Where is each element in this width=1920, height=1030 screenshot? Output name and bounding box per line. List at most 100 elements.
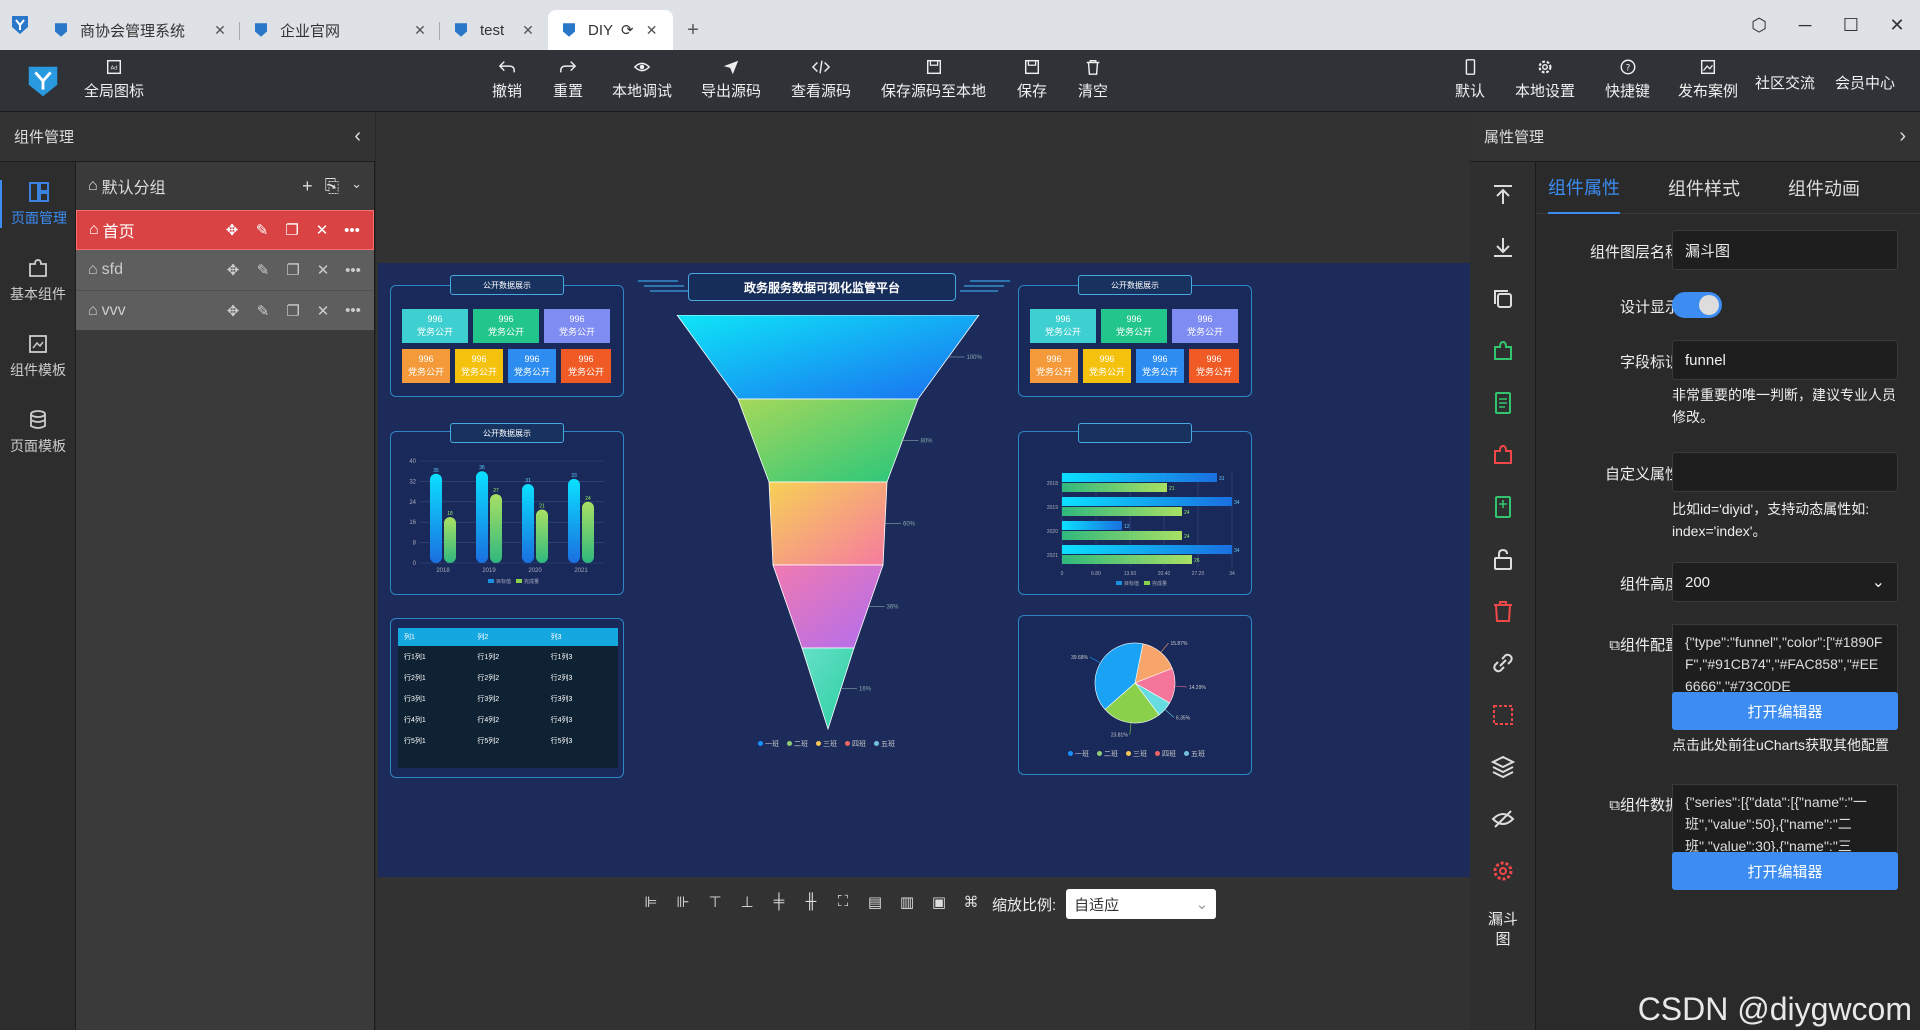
browser-tab[interactable]: test ✕ — [440, 10, 548, 50]
focus-icon[interactable]: ▣ — [928, 893, 950, 915]
move-icon[interactable]: ✥ — [223, 221, 241, 239]
more-icon[interactable]: ••• — [343, 222, 361, 239]
close-icon[interactable]: ✕ — [520, 22, 536, 39]
layers-icon[interactable] — [1490, 754, 1516, 780]
align-center-horizontal-icon[interactable]: ╫ — [800, 893, 822, 915]
shortcuts-button[interactable]: ? 快捷键 — [1605, 58, 1650, 101]
default-device-button[interactable]: 默认 — [1455, 58, 1485, 101]
distribute-horizontal-icon[interactable]: ▤ — [864, 893, 886, 915]
copy-icon[interactable]: ❐ — [284, 302, 302, 320]
export-source-button[interactable]: 导出源码 — [701, 58, 761, 101]
funnel-chart[interactable]: 100% 80% 60% 36% 16% — [658, 315, 998, 745]
align-left-icon[interactable]: ⊫ — [640, 893, 662, 915]
more-icon[interactable]: ••• — [344, 262, 362, 279]
minimize-icon[interactable]: ─ — [1782, 15, 1828, 36]
edit-icon[interactable]: ✎ — [254, 261, 272, 279]
local-settings-button[interactable]: 本地设置 — [1515, 58, 1575, 101]
publish-case-button[interactable]: 发布案例 — [1678, 58, 1738, 101]
distribute-vertical-icon[interactable]: ▥ — [896, 893, 918, 915]
fit-icon[interactable]: ⛶ — [832, 893, 854, 915]
global-icon-button[interactable]: Ad 全局图标 — [84, 58, 144, 101]
app-logo-icon[interactable] — [0, 0, 40, 50]
rail-basic-components[interactable]: 基本组件 — [0, 256, 76, 304]
edit-icon[interactable]: ✎ — [253, 221, 271, 239]
collapse-left-icon[interactable]: ‹ — [354, 125, 361, 148]
clear-button[interactable]: 清空 — [1078, 58, 1108, 101]
move-to-top-icon[interactable] — [1490, 182, 1516, 208]
undo-button[interactable]: 撤销 — [492, 58, 522, 101]
puzzle-red-icon[interactable] — [1490, 442, 1516, 468]
reload-icon[interactable]: ⟳ — [621, 21, 634, 39]
ucharts-config-link[interactable]: 点击此处前往uCharts获取其他配置 — [1672, 734, 1898, 756]
browser-tab[interactable]: 商协会管理系统 ✕ — [40, 10, 240, 50]
link-icon[interactable] — [1490, 650, 1516, 676]
design-show-toggle[interactable] — [1672, 292, 1722, 318]
save-source-local-button[interactable]: 保存源码至本地 — [881, 58, 986, 101]
chevron-down-icon[interactable]: ⌄ — [351, 176, 362, 197]
close-window-icon[interactable]: ✕ — [1874, 15, 1920, 36]
view-source-button[interactable]: 查看源码 — [791, 58, 851, 101]
collapse-right-icon[interactable]: › — [1899, 125, 1906, 148]
rail-page-templates[interactable]: 页面模板 — [0, 408, 76, 456]
align-right-icon[interactable]: ⊪ — [672, 893, 694, 915]
gear-red-icon[interactable] — [1490, 858, 1516, 884]
page-row-home[interactable]: ⌂ 首页 ✥ ✎ ❐ ✕ ••• — [76, 210, 374, 250]
align-bottom-icon[interactable]: ⊥ — [736, 893, 758, 915]
edit-group-icon[interactable]: ⎘ — [325, 176, 339, 197]
tab-component-animation[interactable]: 组件动画 — [1788, 162, 1860, 214]
maximize-icon[interactable]: ☐ — [1828, 15, 1874, 36]
group-header[interactable]: ⌂ 默认分组 + ⎘ ⌄ — [76, 162, 374, 210]
edit-icon[interactable]: ✎ — [254, 302, 272, 320]
unlock-icon[interactable] — [1490, 546, 1516, 572]
rail-page-manager[interactable]: 页面管理 — [0, 180, 76, 228]
community-link[interactable]: 社区交流 — [1755, 72, 1815, 93]
select-dashed-red-icon[interactable] — [1490, 702, 1516, 728]
copy-icon[interactable] — [1490, 286, 1516, 312]
copy-icon[interactable]: ❐ — [284, 261, 302, 279]
align-top-icon[interactable]: ⊤ — [704, 893, 726, 915]
move-to-bottom-icon[interactable] — [1490, 234, 1516, 260]
puzzle-green-icon[interactable] — [1490, 338, 1516, 364]
config-textarea[interactable]: {"type":"funnel","color":["#1890FF","#91… — [1672, 624, 1898, 702]
move-icon[interactable]: ✥ — [224, 261, 242, 279]
member-center-link[interactable]: 会员中心 — [1835, 72, 1895, 93]
layer-name-input[interactable]: 漏斗图 — [1672, 230, 1898, 270]
rail-component-templates[interactable]: 组件模板 — [0, 332, 76, 380]
copy-icon[interactable]: ❐ — [283, 221, 301, 239]
close-icon[interactable]: ✕ — [412, 22, 428, 39]
add-page-icon[interactable]: + — [302, 176, 313, 197]
page-row[interactable]: ⌂ vvv ✥ ✎ ❐ ✕ ••• — [76, 290, 374, 330]
reset-button[interactable]: 重置 — [553, 58, 583, 101]
tab-component-props[interactable]: 组件属性 — [1548, 162, 1620, 214]
delete-icon[interactable]: ✕ — [314, 261, 332, 279]
table-cell: 行3列2 — [477, 695, 500, 703]
tab-component-style[interactable]: 组件样式 — [1668, 162, 1740, 214]
browser-tab-active[interactable]: DIY ⟳ ✕ — [548, 10, 673, 50]
data-textarea[interactable]: {"series":[{"data":[{"name":"一班","value"… — [1672, 784, 1898, 862]
field-id-input[interactable]: funnel — [1672, 340, 1898, 380]
open-config-editor-button[interactable]: 打开编辑器 — [1672, 692, 1898, 730]
document-green-icon[interactable] — [1490, 390, 1516, 416]
height-select[interactable]: 200 ⌄ — [1672, 562, 1898, 602]
browser-tab[interactable]: 企业官网 ✕ — [240, 10, 440, 50]
eye-off-icon[interactable] — [1490, 806, 1516, 832]
document-add-green-icon[interactable] — [1490, 494, 1516, 520]
close-icon[interactable]: ✕ — [644, 22, 660, 39]
delete-icon[interactable]: ✕ — [313, 221, 331, 239]
delete-icon[interactable]: ✕ — [314, 302, 332, 320]
dashboard-preview[interactable]: 政务服务数据可视化监管平台 公开数据展示 996 党务公开 996 党务公开 996… — [378, 263, 1470, 877]
more-icon[interactable]: ••• — [344, 302, 362, 319]
custom-attr-input[interactable] — [1672, 452, 1898, 492]
save-button[interactable]: 保存 — [1017, 58, 1047, 101]
trash-red-icon[interactable] — [1490, 598, 1516, 624]
zoom-select[interactable]: 自适应 ⌄ — [1066, 889, 1217, 919]
move-icon[interactable]: ✥ — [224, 302, 242, 320]
align-center-vertical-icon[interactable]: ╪ — [768, 893, 790, 915]
local-debug-button[interactable]: 本地调试 — [612, 58, 672, 101]
close-icon[interactable]: ✕ — [212, 22, 228, 39]
new-tab-button[interactable]: + — [673, 10, 713, 50]
config-label: ⧉组件配置 — [1609, 634, 1680, 655]
extension-icon[interactable]: ⬡ — [1736, 15, 1782, 36]
open-data-editor-button[interactable]: 打开编辑器 — [1672, 852, 1898, 890]
page-row[interactable]: ⌂ sfd ✥ ✎ ❐ ✕ ••• — [76, 250, 374, 290]
